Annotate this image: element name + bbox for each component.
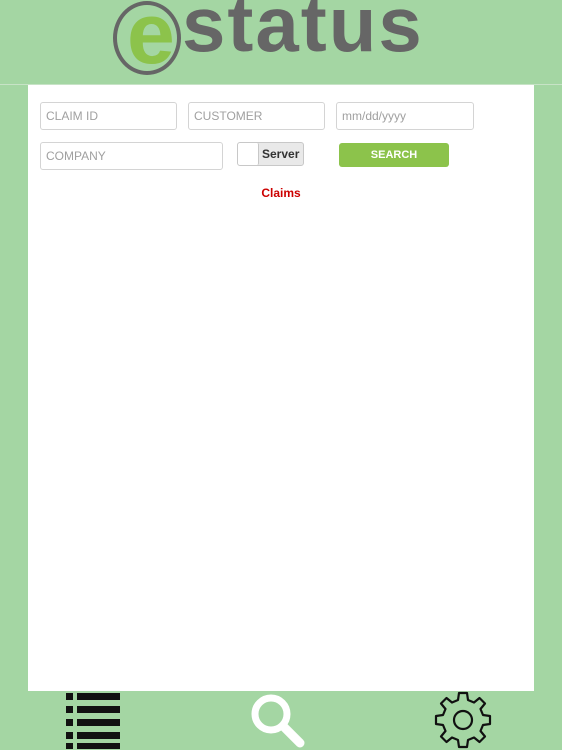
server-toggle-label: Server — [262, 147, 300, 161]
company-input[interactable] — [40, 142, 223, 170]
header: e status — [0, 0, 562, 84]
tab-claims-list[interactable] — [60, 691, 126, 750]
search-button[interactable]: SEARCH — [339, 143, 449, 167]
app-screen: e status Server SEARCH Claims — [0, 0, 562, 750]
customer-input[interactable] — [188, 102, 325, 130]
bottom-tab-bar — [0, 691, 562, 750]
search-panel: Server SEARCH Claims — [28, 85, 534, 691]
logo-wordmark: status — [182, 0, 424, 68]
tab-search[interactable] — [247, 691, 311, 750]
search-icon — [251, 694, 305, 748]
logo-e-letter: e — [127, 1, 175, 75]
date-input[interactable] — [336, 102, 474, 130]
estatus-logo: e status — [110, 0, 454, 84]
list-icon — [66, 693, 120, 749]
server-toggle[interactable]: Server — [237, 142, 304, 166]
logo-circle: e — [113, 1, 181, 75]
tab-settings[interactable] — [432, 691, 494, 750]
claims-heading: Claims — [261, 186, 301, 200]
server-toggle-knob — [238, 143, 259, 165]
claim-id-input[interactable] — [40, 102, 177, 130]
gear-icon — [434, 691, 492, 749]
